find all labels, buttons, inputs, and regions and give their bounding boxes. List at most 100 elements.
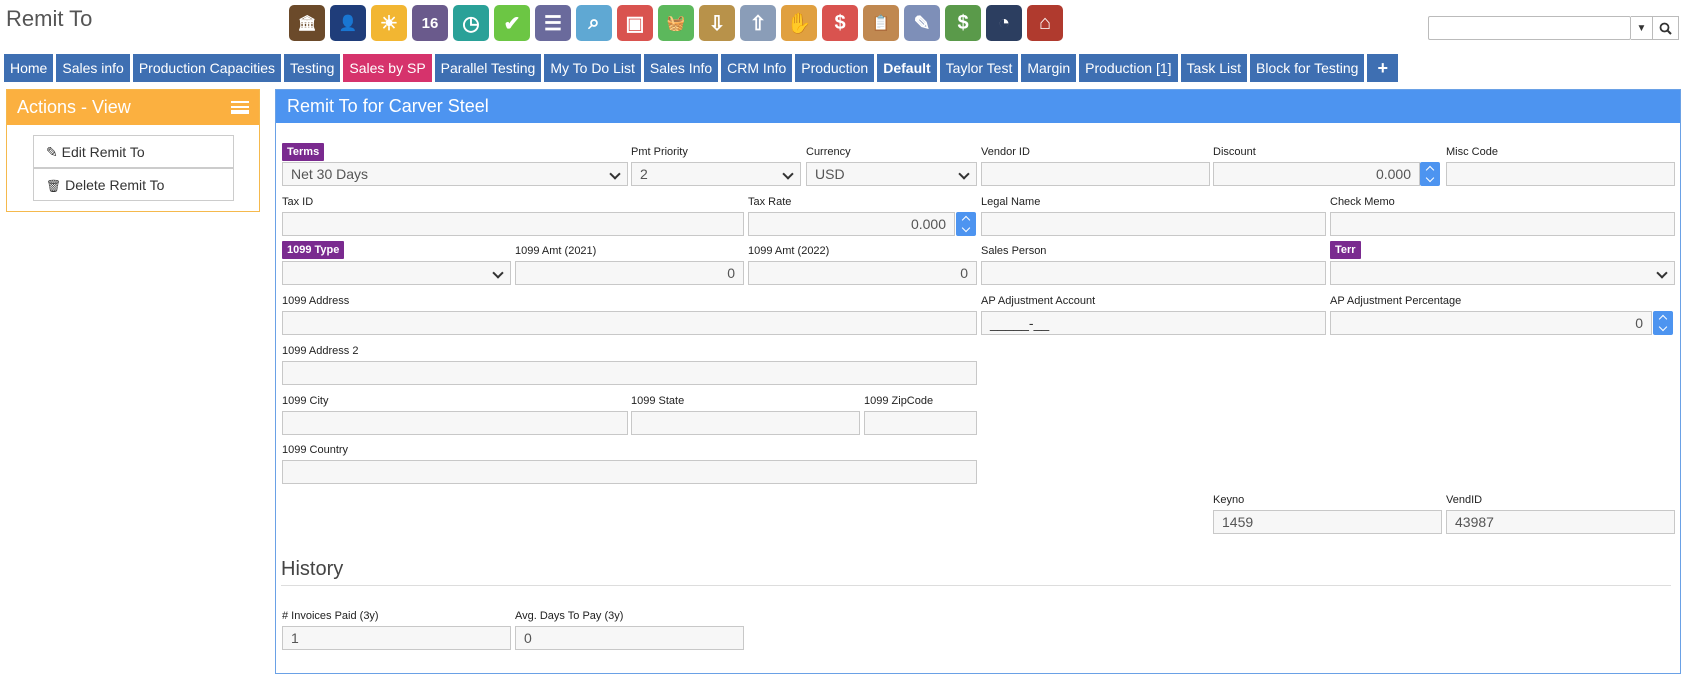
tab-production-capacities[interactable]: Production Capacities — [132, 54, 282, 82]
1099-city-label: 1099 City — [282, 395, 329, 407]
tab-task-list[interactable]: Task List — [1180, 54, 1247, 82]
1099-zipcode-label: 1099 ZipCode — [864, 395, 934, 407]
vendor-id-label: Vendor ID — [981, 146, 1030, 158]
misc-code-input[interactable] — [1446, 162, 1675, 186]
form-panel-title: Remit To for Carver Steel — [287, 96, 489, 116]
tab-production[interactable]: Production — [795, 54, 875, 82]
actions-panel: Actions - View ✎ Edit Remit To 🗑 Delete … — [6, 89, 260, 212]
terms-select[interactable]: Net 30 Days — [282, 162, 628, 186]
1099-amt-2022-input[interactable]: 0 — [748, 261, 977, 285]
delete-remit-to-label: Delete Remit To — [65, 177, 165, 193]
chevron-down-icon: ▼ — [1636, 22, 1647, 34]
vendor-id-input[interactable] — [981, 162, 1210, 186]
1099-city-input[interactable] — [282, 411, 628, 435]
tab-production-1[interactable]: Production [1] — [1079, 54, 1178, 82]
list-icon[interactable]: ☰ — [535, 5, 571, 41]
tab-margin[interactable]: Margin — [1021, 54, 1077, 82]
history-heading: History — [281, 558, 344, 580]
sales-person-label: Sales Person — [981, 245, 1047, 257]
pmt-priority-select[interactable]: 2 — [631, 162, 801, 186]
clipboard-icon[interactable]: 📋 — [863, 5, 899, 41]
gauge-icon[interactable]: ◔ — [986, 5, 1022, 41]
form-panel-header: Remit To for Carver Steel — [276, 90, 1680, 123]
bus-icon[interactable]: ▣ — [617, 5, 653, 41]
search-dropdown-button[interactable]: ▼ — [1631, 16, 1653, 40]
1099-type-select[interactable] — [282, 261, 511, 285]
magnifier-icon[interactable]: ⌕ — [576, 5, 612, 41]
tab-sales-by-sp[interactable]: Sales by SP — [343, 54, 432, 82]
search-button[interactable] — [1653, 16, 1679, 40]
remit-to-form-panel: Remit To for Carver Steel Terms Net 30 D… — [275, 89, 1681, 674]
tab-default[interactable]: Default — [877, 54, 937, 82]
tab-block-for-testing[interactable]: Block for Testing — [1250, 54, 1365, 82]
calendar-icon[interactable]: 16 — [412, 5, 448, 41]
1099-address-2-input[interactable] — [282, 361, 977, 385]
tab-taylor-test[interactable]: Taylor Test — [939, 54, 1019, 82]
tax-rate-input[interactable]: 0.000 — [748, 212, 955, 236]
invoices-paid-label: # Invoices Paid (3y) — [282, 610, 379, 622]
trash-icon: 🗑 — [46, 179, 62, 193]
terr-select[interactable] — [1330, 261, 1675, 285]
tax-id-label: Tax ID — [282, 196, 314, 208]
clock-icon[interactable]: ◷ — [453, 5, 489, 41]
sales-person-input[interactable] — [981, 261, 1326, 285]
legal-name-input[interactable] — [981, 212, 1326, 236]
inbox-upload-icon[interactable]: ⇧ — [740, 5, 776, 41]
1099-state-input[interactable] — [631, 411, 860, 435]
basket-icon[interactable]: 🧺 — [658, 5, 694, 41]
1099-zipcode-input[interactable] — [864, 411, 977, 435]
tab-testing[interactable]: Testing — [284, 54, 341, 82]
page-title: Remit To — [6, 6, 93, 31]
money-icon[interactable]: $ — [945, 5, 981, 41]
hamburger-menu-icon[interactable] — [231, 101, 249, 114]
1099-country-input[interactable] — [282, 460, 977, 484]
ap-adjustment-percentage-spinner[interactable] — [1653, 311, 1673, 335]
tab-sales-info[interactable]: Sales info — [56, 54, 130, 82]
dollar-chat-icon[interactable]: $ — [822, 5, 858, 41]
misc-code-label: Misc Code — [1446, 146, 1498, 158]
check-memo-input[interactable] — [1330, 212, 1675, 236]
bank-icon[interactable]: 🏛 — [289, 5, 325, 41]
keyno-label: Keyno — [1213, 494, 1245, 506]
1099-address-input[interactable] — [282, 311, 977, 335]
pencil-icon: ✎ — [46, 144, 58, 160]
1099-state-label: 1099 State — [631, 395, 685, 407]
actions-panel-header: Actions - View — [7, 90, 259, 125]
search-input[interactable] — [1428, 16, 1631, 40]
factory-icon[interactable]: ⌂ — [1027, 5, 1063, 41]
delete-remit-to-button[interactable]: 🗑 Delete Remit To — [33, 168, 234, 201]
1099-type-label: 1099 Type — [282, 241, 345, 259]
discount-spinner[interactable] — [1420, 162, 1440, 186]
tab-home[interactable]: Home — [4, 54, 54, 82]
weather-icon[interactable]: ☀ — [371, 5, 407, 41]
tab-crm-info[interactable]: CRM Info — [721, 54, 793, 82]
check-memo-label: Check Memo — [1330, 196, 1395, 208]
tax-rate-spinner[interactable] — [956, 212, 976, 236]
1099-amt-2021-input[interactable]: 0 — [515, 261, 744, 285]
add-tab-button[interactable]: + — [1367, 54, 1398, 82]
toolbar: 🏛 👤 ☀ 16 ◷ ✔ ☰ ⌕ ▣ 🧺 ⇩ ⇧ ✋ $ 📋 ✎ $ ◔ ⌂ — [289, 5, 1063, 41]
avg-days-to-pay-input: 0 — [515, 626, 744, 650]
tax-rate-label: Tax Rate — [748, 196, 792, 208]
actions-panel-title: Actions - View — [17, 97, 131, 117]
tab-sales-info[interactable]: Sales Info — [643, 54, 719, 82]
history-divider — [281, 585, 1671, 586]
ap-adjustment-percentage-input[interactable]: 0 — [1330, 311, 1652, 335]
tab-bar: Home Sales info Production Capacities Testi… — [4, 54, 1398, 82]
tab-my-to-do-list[interactable]: My To Do List — [544, 54, 641, 82]
vendid-label: VendID — [1446, 494, 1483, 506]
eraser-icon[interactable]: ✎ — [904, 5, 940, 41]
currency-select[interactable]: USD — [806, 162, 977, 186]
discount-input[interactable]: 0.000 — [1213, 162, 1420, 186]
inbox-download-icon[interactable]: ⇩ — [699, 5, 735, 41]
search-icon — [1659, 22, 1672, 35]
tax-id-input[interactable] — [282, 212, 744, 236]
checkmark-icon[interactable]: ✔ — [494, 5, 530, 41]
vendid-input: 43987 — [1446, 510, 1675, 534]
edit-remit-to-button[interactable]: ✎ Edit Remit To — [33, 135, 234, 168]
hand-card-icon[interactable]: ✋ — [781, 5, 817, 41]
ap-adjustment-account-input[interactable]: _____-__ — [981, 311, 1326, 335]
person-icon[interactable]: 👤 — [330, 5, 366, 41]
tab-parallel-testing[interactable]: Parallel Testing — [434, 54, 542, 82]
keyno-input: 1459 — [1213, 510, 1442, 534]
